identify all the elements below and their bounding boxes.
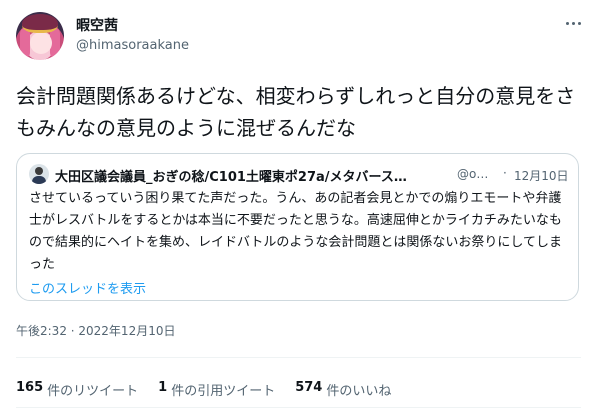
quoted-date: 12月10日 [514,169,569,183]
quoted-separator: · [503,166,507,180]
likes-count: 574 [295,380,323,395]
quotes-stat[interactable]: 1 件の引用ツイート [158,380,275,399]
quoted-tweet[interactable]: 大田区議会議員_おぎの稔/C101土曜東ポ27a/メタバース… @o… · 12… [16,153,579,301]
retweets-count: 165 [16,380,44,395]
divider [16,407,581,408]
retweets-stat[interactable]: 165 件のリツイート [16,380,138,399]
avatar-face [30,32,52,54]
engagement-stats: 165 件のリツイート 1 件の引用ツイート 574 件のいいね [16,380,391,399]
avatar-hat [22,14,58,33]
author-display-name[interactable]: 暇空茜 [76,15,118,35]
avatar-body [32,176,46,184]
show-thread-link[interactable]: このスレッドを表示 [29,278,146,297]
more-horizontal-icon [565,21,569,25]
more-options-button[interactable] [562,12,584,34]
quoted-text: させているっていう困り果てた声だった。うん、あの記者会見とかでの煽りエモートや弁… [29,191,563,272]
quoted-author-avatar [29,164,49,184]
quoted-author-name: 大田区議会議員_おぎの稔/C101土曜東ポ27a/メタバース… [55,170,407,185]
more-dot [571,21,575,25]
likes-stat[interactable]: 574 件のいいね [295,380,391,399]
avatar-head [35,167,43,175]
quotes-label: 件の引用ツイート [171,384,276,399]
tweet-timestamp[interactable]: 午後2:32 · 2022年12月10日 [16,322,175,339]
quotes-count: 1 [158,380,168,395]
author-handle[interactable]: @himasoraakane [76,38,189,53]
more-dot [577,21,581,25]
author-avatar[interactable] [16,12,64,60]
tweet-text: 会計問題関係あるけどな、相変わらずしれっと自分の意見をさもみんなの意見のように混… [16,84,576,140]
likes-label: 件のいいね [326,384,392,399]
divider [16,357,581,358]
quoted-author-handle: @o… [457,167,489,181]
avatar-hair-left [20,28,30,58]
retweets-label: 件のリツイート [47,384,139,399]
